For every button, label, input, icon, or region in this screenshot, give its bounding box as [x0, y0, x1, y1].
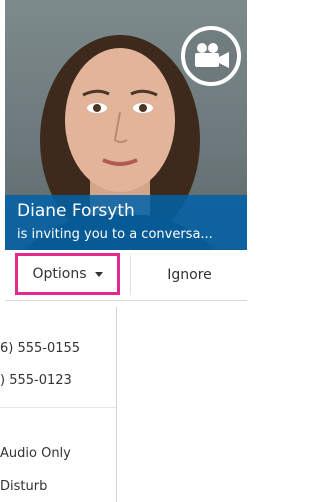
- ignore-button[interactable]: Ignore: [130, 255, 247, 295]
- options-button[interactable]: Options: [15, 253, 120, 295]
- menu-item-audio-only[interactable]: Audio Only: [0, 444, 71, 464]
- caller-name: Diane Forsyth: [17, 201, 135, 221]
- menu-item-do-not-disturb[interactable]: Disturb: [0, 477, 47, 497]
- ignore-label: Ignore: [167, 267, 212, 283]
- invite-text: is inviting you to a conversa...: [17, 227, 213, 242]
- chevron-down-icon: [94, 271, 103, 277]
- menu-divider: [0, 407, 116, 408]
- video-camera-icon: [195, 43, 229, 68]
- options-label: Options: [32, 266, 87, 282]
- caller-caption: Diane Forsyth is inviting you to a conve…: [5, 195, 247, 250]
- incoming-call-toast: Diane Forsyth is inviting you to a conve…: [0, 0, 247, 307]
- options-menu: 6) 555-0155 ) 555-0123 Audio Only Distur…: [0, 307, 117, 502]
- menu-item-phone-2[interactable]: ) 555-0123: [0, 371, 72, 391]
- menu-item-phone-1[interactable]: 6) 555-0155: [0, 339, 80, 359]
- action-bar: Options Ignore: [5, 250, 247, 301]
- video-call-badge: [181, 26, 241, 86]
